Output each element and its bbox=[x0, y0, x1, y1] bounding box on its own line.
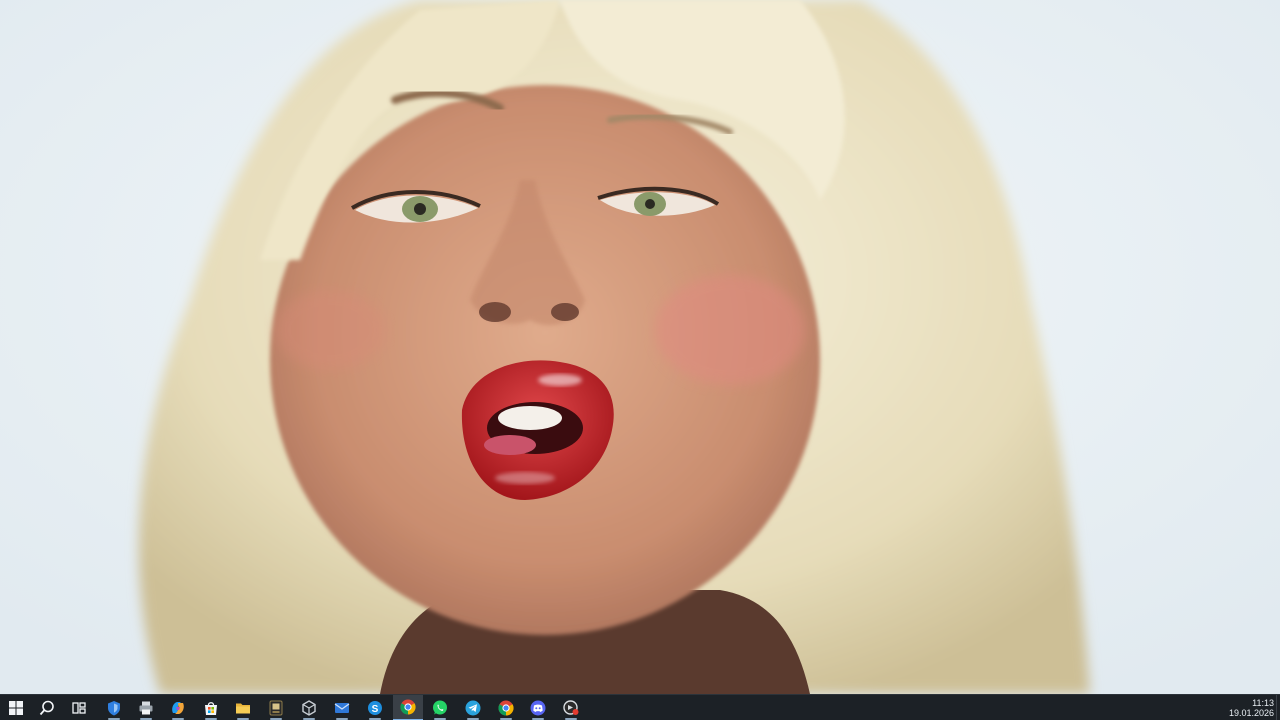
discord-icon bbox=[530, 700, 546, 716]
windows-logo-icon bbox=[9, 701, 23, 715]
taskbar-app-chrome[interactable] bbox=[491, 695, 521, 720]
taskbar-app-unity[interactable] bbox=[294, 695, 324, 720]
task-view-button[interactable] bbox=[64, 695, 94, 720]
taskbar-app-printer[interactable] bbox=[131, 695, 161, 720]
game-icon bbox=[269, 700, 283, 716]
mail-icon bbox=[334, 703, 350, 713]
search-button[interactable] bbox=[32, 695, 62, 720]
search-icon bbox=[39, 700, 54, 716]
taskbar-app-telegram[interactable] bbox=[458, 695, 488, 720]
printer-icon bbox=[139, 701, 153, 715]
chrome-icon bbox=[400, 699, 416, 715]
unity-icon bbox=[302, 700, 316, 716]
folder-icon bbox=[236, 703, 250, 714]
chrome-icon bbox=[498, 700, 514, 716]
copilot-icon bbox=[172, 702, 184, 714]
telegram-icon bbox=[465, 700, 481, 716]
skype-icon: S bbox=[368, 701, 382, 715]
taskbar-app-copilot[interactable] bbox=[163, 695, 193, 720]
taskbar-app-whatsapp[interactable] bbox=[425, 695, 455, 720]
taskbar-app-skype[interactable]: S bbox=[360, 695, 390, 720]
whatsapp-icon bbox=[433, 700, 447, 715]
show-desktop-button[interactable] bbox=[1276, 695, 1280, 720]
taskbar-app-mail[interactable] bbox=[327, 695, 357, 720]
taskbar-app-chrome-active[interactable] bbox=[393, 695, 423, 720]
taskbar-app-game[interactable] bbox=[261, 695, 291, 720]
taskbar-app-file-explorer[interactable] bbox=[228, 695, 258, 720]
taskbar: S 11:13 19.01.2026 bbox=[0, 694, 1280, 720]
taskbar-app-store[interactable] bbox=[196, 695, 226, 720]
store-icon bbox=[205, 702, 217, 715]
clock-date: 19.01.2026 bbox=[1228, 708, 1274, 718]
shield-icon bbox=[108, 701, 120, 716]
recorder-icon bbox=[563, 700, 579, 715]
taskbar-app-shield[interactable] bbox=[99, 695, 129, 720]
task-view-icon bbox=[72, 702, 86, 714]
system-clock[interactable]: 11:13 19.01.2026 bbox=[1204, 697, 1274, 719]
desktop[interactable] bbox=[0, 0, 1280, 694]
start-button[interactable] bbox=[1, 695, 31, 720]
taskbar-app-discord[interactable] bbox=[523, 695, 553, 720]
desktop-wallpaper bbox=[0, 0, 1280, 694]
svg-text:S: S bbox=[372, 704, 379, 715]
taskbar-app-recorder[interactable] bbox=[556, 695, 586, 720]
clock-time: 11:13 bbox=[1252, 698, 1274, 708]
